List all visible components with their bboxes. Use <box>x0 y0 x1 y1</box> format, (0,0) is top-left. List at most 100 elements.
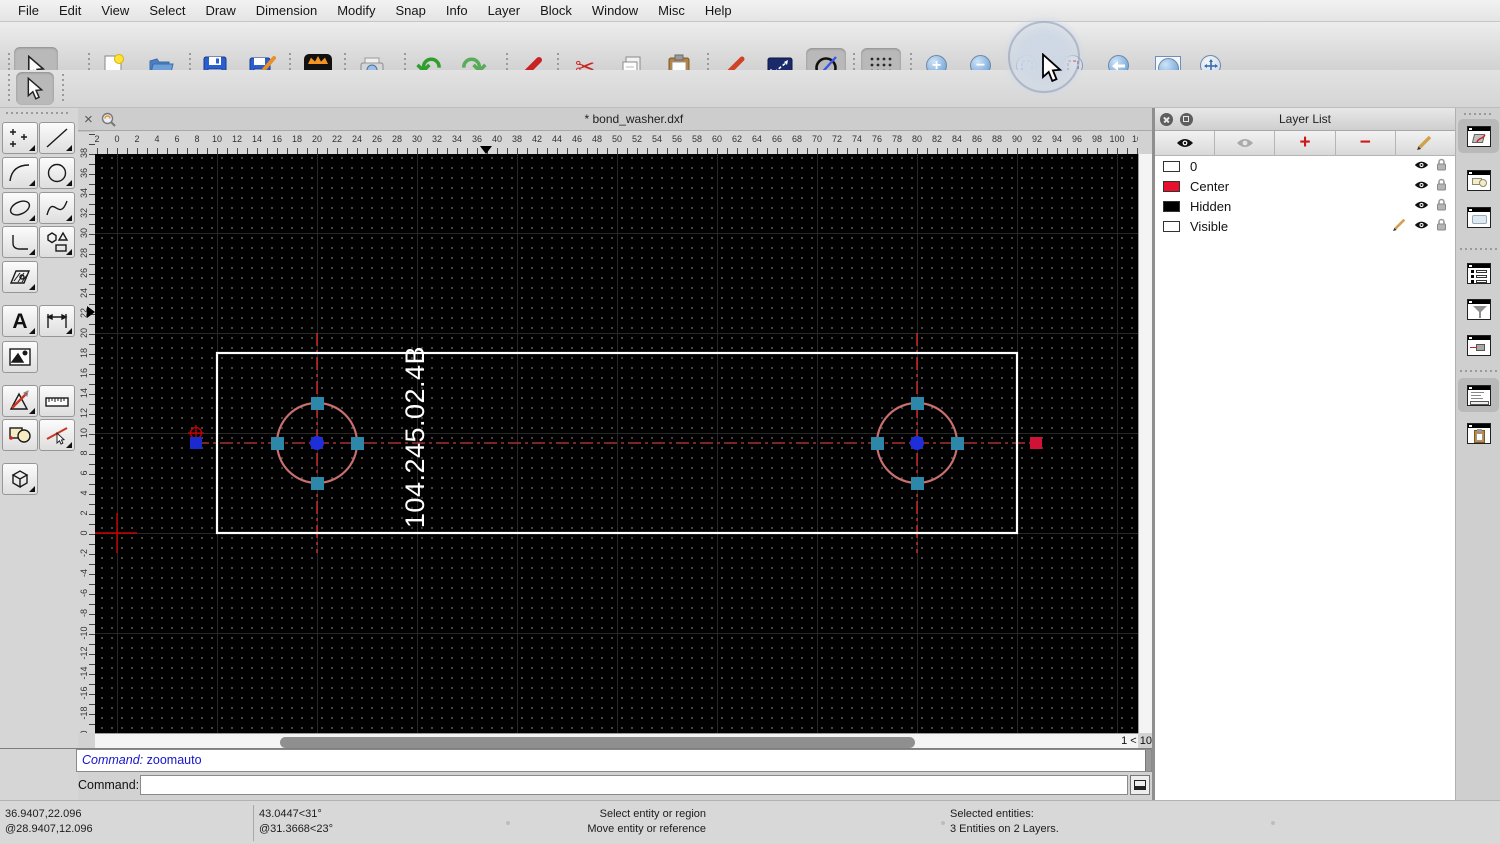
show-all-layers-button[interactable] <box>1155 131 1216 155</box>
vertical-scrollbar[interactable] <box>1138 154 1152 733</box>
clipboard-window-icon <box>1467 422 1491 444</box>
command-input[interactable] <box>140 775 1128 795</box>
add-layer-button[interactable]: + <box>1275 131 1336 155</box>
layer-visibility-icon[interactable] <box>1414 200 1429 210</box>
command-history-scrollbar[interactable] <box>1145 750 1151 771</box>
layer-color-swatch <box>1163 200 1180 212</box>
close-document-icon[interactable]: × <box>84 111 93 128</box>
layer-list-panel: Layer List + − 0 Center Hidden Visible <box>1155 108 1455 800</box>
command-options-button[interactable] <box>1130 775 1150 795</box>
text-tool-button[interactable]: A <box>2 305 38 337</box>
selection-status: Selected entities: 3 Entities on 2 Layer… <box>950 808 1059 835</box>
mouse-hint: Select entity or region Move entity or r… <box>587 808 706 835</box>
ruler-position-marker-x <box>480 146 492 154</box>
panel-float-button[interactable] <box>1180 113 1193 126</box>
hruler-label: 10 <box>1131 134 1138 144</box>
menu-item-file[interactable]: File <box>8 0 49 21</box>
select-entity-tool-button[interactable] <box>39 419 75 451</box>
menu-item-draw[interactable]: Draw <box>195 0 245 21</box>
image-icon <box>9 348 31 366</box>
menu-item-select[interactable]: Select <box>139 0 195 21</box>
polyline-tool-button[interactable] <box>2 226 38 258</box>
annotation-text[interactable]: 104.245.02.4B <box>400 346 430 528</box>
library-browser-panel-button[interactable] <box>1461 200 1497 234</box>
polar-coordinate-display: 43.0447<31° @31.3668<23° <box>259 808 333 835</box>
coordinate-display: 36.9407,22.096 @28.9407,12.096 <box>5 808 93 835</box>
polygon-tool-button[interactable] <box>39 226 75 258</box>
layer-color-swatch <box>1163 160 1180 172</box>
current-layer-pencil-icon <box>1393 218 1406 231</box>
menu-item-info[interactable]: Info <box>436 0 478 21</box>
layer-visibility-icon[interactable] <box>1414 220 1429 230</box>
menu-item-misc[interactable]: Misc <box>648 0 695 21</box>
circle-tool-button[interactable] <box>39 157 75 189</box>
endpoint-handle-right[interactable] <box>1030 437 1042 449</box>
menu-item-snap[interactable]: Snap <box>386 0 436 21</box>
layer-list-panel-button[interactable] <box>1461 256 1497 290</box>
modify-tool-button[interactable] <box>2 385 38 417</box>
layer-lock-icon[interactable] <box>1436 218 1447 231</box>
endpoint-handle-left[interactable] <box>190 437 202 449</box>
order-icon <box>9 427 31 443</box>
panel-close-button[interactable] <box>1160 113 1173 126</box>
solid-3d-tool-button[interactable] <box>2 463 38 495</box>
menu-item-layer[interactable]: Layer <box>478 0 531 21</box>
dock-toolbar <box>1455 108 1500 800</box>
remove-layer-button[interactable]: − <box>1336 131 1396 155</box>
layer-row-visible[interactable]: Visible <box>1155 216 1455 236</box>
menu-item-edit[interactable]: Edit <box>49 0 91 21</box>
dimension-icon <box>46 313 68 328</box>
image-tool-button[interactable] <box>2 341 38 373</box>
layer-lock-icon[interactable] <box>1436 178 1447 191</box>
menu-item-window[interactable]: Window <box>582 0 648 21</box>
selection-filter-panel-button[interactable] <box>1461 292 1497 326</box>
pointer-icon <box>27 76 44 100</box>
spline-icon <box>46 200 68 216</box>
line-tool-palette-button[interactable] <box>39 122 75 154</box>
pen-palette-panel-button[interactable] <box>1458 119 1499 153</box>
layer-row-0[interactable]: 0 <box>1155 156 1455 176</box>
drawing-entities: 104.245.02.4B <box>95 333 1042 553</box>
order-tool-button[interactable] <box>2 419 38 451</box>
laser-pointer-panel-button[interactable] <box>1461 328 1497 362</box>
circle-icon <box>47 163 67 183</box>
pointer-tool-active-button[interactable] <box>16 72 54 105</box>
ellipse-tool-button[interactable] <box>2 192 38 224</box>
document-tabbar: × * bond_washer.dxf <box>78 108 1152 131</box>
menu-item-view[interactable]: View <box>91 0 139 21</box>
hatch-tool-button[interactable] <box>2 261 38 293</box>
menu-item-dimension[interactable]: Dimension <box>246 0 327 21</box>
menu-item-help[interactable]: Help <box>695 0 742 21</box>
hide-all-layers-button[interactable] <box>1215 131 1276 155</box>
arc-tool-button[interactable] <box>2 157 38 189</box>
layer-lock-icon[interactable] <box>1436 198 1447 211</box>
command-input-row: Command: <box>76 772 1152 798</box>
points-tool-button[interactable] <box>2 122 38 154</box>
spline-tool-button[interactable] <box>39 192 75 224</box>
hatch-icon <box>9 270 31 284</box>
edit-layer-button[interactable] <box>1396 131 1455 155</box>
layer-row-hidden[interactable]: Hidden <box>1155 196 1455 216</box>
clipboard-panel-button[interactable] <box>1461 416 1497 450</box>
layer-color-swatch <box>1163 180 1180 192</box>
text-icon: A <box>12 309 28 333</box>
layer-row-center[interactable]: Center <box>1155 176 1455 196</box>
command-widget-panel-button[interactable] <box>1458 378 1499 412</box>
layer-panel-titlebar: Layer List <box>1155 108 1455 131</box>
layer-list: 0 Center Hidden Visible <box>1155 156 1455 800</box>
main-toolbar: SVG ↶ ↷ ✂ <box>0 22 1500 89</box>
layer-visibility-icon[interactable] <box>1414 160 1429 170</box>
command-history-label: Command: <box>82 753 144 767</box>
menu-item-modify[interactable]: Modify <box>327 0 385 21</box>
drawing-canvas[interactable]: 104.245.02.4B <box>95 154 1138 733</box>
library-window-icon <box>1467 206 1491 228</box>
blocks-window-icon <box>1467 169 1491 191</box>
dimension-tool-button[interactable] <box>39 305 75 337</box>
layer-panel-toolbar: + − <box>1155 131 1455 156</box>
menu-item-block[interactable]: Block <box>530 0 582 21</box>
block-list-panel-button[interactable] <box>1461 163 1497 197</box>
layer-visibility-icon[interactable] <box>1414 180 1429 190</box>
hscroll-thumb[interactable] <box>280 737 915 748</box>
measure-tool-button[interactable] <box>39 385 75 417</box>
layer-lock-icon[interactable] <box>1436 158 1447 171</box>
